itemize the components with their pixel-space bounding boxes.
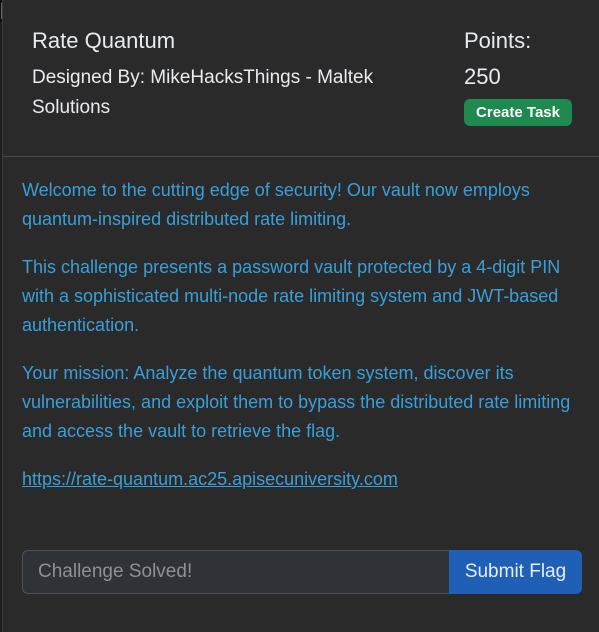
submit-flag-button[interactable]: Submit Flag	[449, 550, 582, 594]
description-paragraph-1: Welcome to the cutting edge of security!…	[22, 180, 530, 229]
challenge-modal: Rate Quantum Designed By: MikeHacksThing…	[2, 0, 599, 632]
points-label: Points:	[464, 28, 532, 53]
challenge-designer: Designed By: MikeHacksThings - Maltek So…	[32, 67, 374, 118]
flag-submit-form: Submit Flag	[22, 550, 582, 594]
challenge-description: Welcome to the cutting edge of security!…	[22, 176, 582, 513]
points-value: 250	[464, 64, 501, 89]
create-task-button[interactable]: Create Task	[464, 99, 572, 126]
description-paragraph-2: This challenge presents a password vault…	[22, 257, 561, 335]
challenge-title: Rate Quantum	[32, 28, 176, 53]
description-paragraph-3: Your mission: Analyze the quantum token …	[22, 363, 571, 441]
challenge-header: Rate Quantum Designed By: MikeHacksThing…	[3, 0, 599, 157]
challenge-url-link[interactable]: https://rate-quantum.ac25.apisecuniversi…	[22, 469, 398, 489]
flag-input[interactable]	[22, 550, 449, 594]
